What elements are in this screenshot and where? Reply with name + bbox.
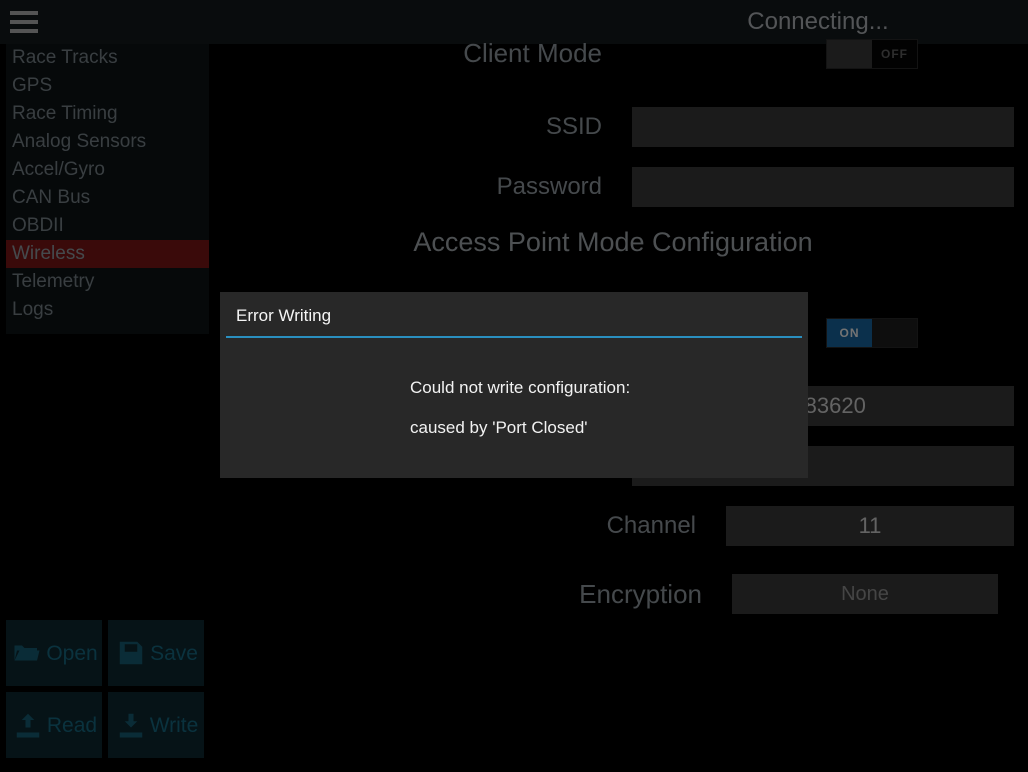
dialog-title: Error Writing — [220, 292, 808, 336]
error-dialog: Error Writing Could not write configurat… — [220, 292, 808, 478]
dialog-body: Could not write configuration: caused by… — [220, 338, 808, 440]
dialog-line1: Could not write configuration: — [410, 376, 808, 400]
dialog-line2: caused by 'Port Closed' — [410, 416, 808, 440]
